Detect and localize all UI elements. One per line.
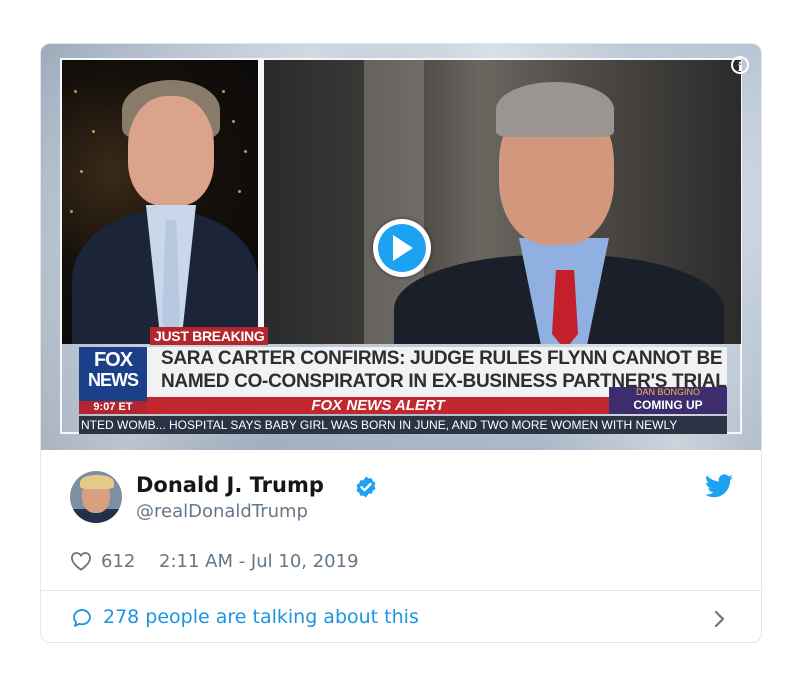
play-icon — [393, 235, 413, 261]
heart-icon[interactable] — [70, 551, 92, 571]
logo-line1: FOX — [93, 349, 133, 371]
avatar[interactable] — [70, 471, 122, 523]
coming-up-name: DAN BONGINO — [635, 387, 700, 397]
verified-badge-icon — [356, 476, 376, 498]
twitter-bird-icon[interactable] — [705, 474, 733, 498]
fox-news-logo: FOX NEWS — [79, 347, 147, 401]
talking-about-text[interactable]: 278 people are talking about this — [103, 604, 419, 630]
like-count: 612 — [101, 551, 136, 572]
play-button[interactable] — [373, 219, 431, 277]
right-video-panel — [264, 60, 741, 344]
logo-line2: NEWS — [88, 370, 139, 390]
tweet-timestamp[interactable]: 2:11 AM - Jul 10, 2019 — [159, 549, 359, 575]
host-face — [128, 96, 214, 206]
guest-tie — [552, 270, 578, 344]
avatar-hair — [80, 475, 114, 489]
display-name[interactable]: Donald J. Trump — [136, 472, 324, 498]
coming-up-box: DAN BONGINO COMING UP — [609, 387, 727, 414]
info-icon[interactable]: i — [731, 56, 749, 74]
video-thumbnail[interactable]: i JUST BREAKING FOX NEWS 9:07 ET SARA CA… — [41, 44, 761, 450]
alert-bar: FOX NEWS ALERT — [147, 397, 609, 414]
news-ticker: NTED WOMB... HOSPITAL SAYS BABY GIRL WAS… — [79, 416, 727, 434]
breaking-tag: JUST BREAKING — [150, 327, 269, 345]
username-handle[interactable]: @realDonaldTrump — [136, 500, 308, 524]
coming-up-label: COMING UP — [633, 398, 703, 412]
broadcast-time: 9:07 ET — [79, 401, 147, 414]
headline-line1: SARA CARTER CONFIRMS: JUDGE RULES FLYNN … — [161, 348, 723, 369]
guest-hair — [496, 82, 614, 137]
embedded-tweet-card[interactable]: i JUST BREAKING FOX NEWS 9:07 ET SARA CA… — [40, 43, 762, 643]
chevron-right-icon[interactable] — [713, 609, 727, 629]
left-video-panel — [62, 60, 258, 344]
speech-bubble-icon — [73, 609, 91, 627]
